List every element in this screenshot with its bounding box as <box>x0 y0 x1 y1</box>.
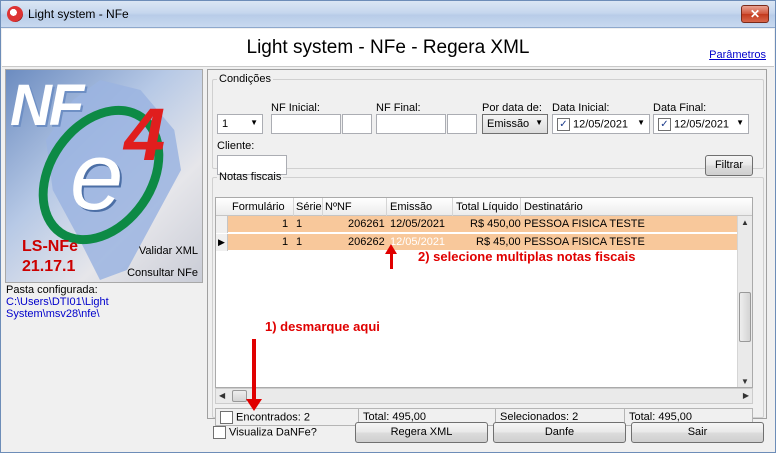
logo-e-text: e <box>70 123 124 230</box>
data-final-label: Data Final: <box>653 102 707 114</box>
data-final-picker[interactable]: ✓ 12/05/2021 ▼ <box>653 114 749 134</box>
por-data-label: Por data de: <box>482 102 542 114</box>
chevron-down-icon: ▼ <box>637 118 645 127</box>
serie-value: 1 <box>222 118 229 130</box>
notas-fiscais-group: Notas fiscais Formulário Série NºNF Emis… <box>212 171 764 426</box>
regera-xml-button[interactable]: Regera XML <box>355 422 488 443</box>
header: Light system - NFe - Regera XML Parâmetr… <box>2 29 774 67</box>
arrow-down-icon <box>246 339 262 411</box>
nf-final-input[interactable] <box>376 114 446 134</box>
row-selector[interactable]: ▶ <box>216 234 228 251</box>
chevron-down-icon: ▼ <box>250 118 258 127</box>
horizontal-scrollbar[interactable]: ◀ ▶ <box>215 388 753 404</box>
pasta-label: Pasta configurada: <box>6 284 98 296</box>
data-inicial-checkbox[interactable]: ✓ <box>557 118 570 131</box>
por-data-value: Emissão <box>487 118 530 130</box>
column-divider <box>520 198 521 216</box>
cell-total: R$ 45,00 <box>476 236 521 248</box>
cell-serie: 1 <box>296 218 303 230</box>
nf-inicial-input[interactable] <box>271 114 341 134</box>
column-divider <box>452 198 453 216</box>
pasta-path-link[interactable]: C:\Users\DTI01\Light System\msv28\nfe\ <box>6 296 201 320</box>
data-final-value: 12/05/2021 <box>674 118 730 131</box>
danfe-button[interactable]: Danfe <box>493 422 626 443</box>
column-header[interactable]: NºNF <box>325 201 352 213</box>
scroll-down-icon[interactable]: ▼ <box>741 377 749 386</box>
annotation-step1: 1) desmarque aqui <box>265 319 380 334</box>
page-title: Light system - NFe - Regera XML <box>246 37 530 58</box>
window-title: Light system - NFe <box>28 7 129 21</box>
close-button[interactable]: ✕ <box>741 5 769 23</box>
column-header[interactable]: Série <box>296 201 322 213</box>
current-row-arrow-icon: ▶ <box>218 237 225 247</box>
column-header[interactable]: Total Líquido <box>456 201 518 213</box>
nf-inicial-extra-input[interactable] <box>342 114 372 134</box>
scroll-thumb[interactable] <box>232 390 247 402</box>
serie-select[interactable]: 1 ▼ <box>217 114 263 134</box>
grid-header: Formulário Série NºNF Emissão Total Líqu… <box>216 198 752 216</box>
cell-destinatario: PESSOA FISICA TESTE <box>524 236 645 248</box>
data-inicial-label: Data Inicial: <box>552 102 610 114</box>
cell-nf: 206261 <box>348 218 385 230</box>
cell-destinatario: PESSOA FISICA TESTE <box>524 218 645 230</box>
column-divider <box>322 198 323 216</box>
scroll-up-icon[interactable]: ▲ <box>741 218 749 227</box>
app-icon <box>7 6 23 22</box>
visualiza-danfe-checkbox[interactable] <box>213 426 226 439</box>
scroll-thumb[interactable] <box>739 292 751 342</box>
data-final-checkbox[interactable]: ✓ <box>658 118 671 131</box>
arrow-up-icon <box>385 244 397 269</box>
chevron-down-icon: ▼ <box>535 118 543 127</box>
data-inicial-picker[interactable]: ✓ 12/05/2021 ▼ <box>552 114 650 134</box>
cell-formulario: 1 <box>282 236 289 248</box>
condicoes-legend: Condições <box>219 73 271 85</box>
cliente-label: Cliente: <box>217 140 255 152</box>
table-row[interactable]: 1 1 206261 12/05/2021 R$ 450,00 PESSOA F… <box>216 216 741 233</box>
notas-legend: Notas fiscais <box>219 171 282 183</box>
condicoes-group: Condições 1 ▼ NF Inicial: NF Final: Por … <box>212 73 764 176</box>
chevron-down-icon: ▼ <box>736 118 744 127</box>
cell-emissao: 12/05/2021 <box>390 236 446 248</box>
logo-4-text: 4 <box>124 93 166 176</box>
nf-inicial-label: NF Inicial: <box>271 102 320 114</box>
por-data-select[interactable]: Emissão ▼ <box>482 114 548 134</box>
bottom-bar: Visualiza DaNFe? Regera XML Danfe Sair <box>207 421 767 445</box>
title-bar: Light system - NFe ✕ <box>1 1 775 28</box>
column-divider <box>293 198 294 216</box>
column-header[interactable]: Formulário <box>232 201 285 213</box>
main-panel: Condições 1 ▼ NF Inicial: NF Final: Por … <box>207 69 767 426</box>
vertical-scrollbar[interactable]: ▲ ▼ <box>737 216 752 387</box>
sair-button[interactable]: Sair <box>631 422 764 443</box>
scroll-right-icon[interactable]: ▶ <box>743 391 749 400</box>
column-divider <box>386 198 387 216</box>
cell-formulario: 1 <box>282 218 289 230</box>
nf-final-extra-input[interactable] <box>447 114 477 134</box>
notas-grid: Formulário Série NºNF Emissão Total Líqu… <box>215 197 753 388</box>
validar-xml-link[interactable]: Validar XML <box>139 245 198 257</box>
column-header[interactable]: Emissão <box>390 201 432 213</box>
product-name: LS-NFe <box>22 238 78 255</box>
column-header[interactable]: Destinatário <box>524 201 583 213</box>
nfe-logo-panel: NF e 4 LS-NFe 21.17.1 Validar XML Consul… <box>5 69 203 283</box>
cell-emissao: 12/05/2021 <box>390 218 446 230</box>
nf-final-label: NF Final: <box>376 102 421 114</box>
data-inicial-value: 12/05/2021 <box>573 118 629 131</box>
visualiza-danfe-option[interactable]: Visualiza DaNFe? <box>213 426 317 439</box>
cell-nf: 206262 <box>348 236 385 248</box>
cell-serie: 1 <box>296 236 303 248</box>
product-version: 21.17.1 <box>22 258 76 275</box>
scroll-left-icon[interactable]: ◀ <box>219 391 225 400</box>
annotation-step2: 2) selecione multiplas notas fiscais <box>418 249 636 264</box>
app-window: Light system - NFe ✕ Light system - NFe … <box>0 0 776 453</box>
parametros-link[interactable]: Parâmetros <box>709 49 766 61</box>
cell-total: R$ 450,00 <box>470 218 521 230</box>
consultar-nfe-link[interactable]: Consultar NFe <box>127 267 198 279</box>
visualiza-danfe-label: Visualiza DaNFe? <box>229 426 317 439</box>
row-selector[interactable] <box>216 216 228 233</box>
